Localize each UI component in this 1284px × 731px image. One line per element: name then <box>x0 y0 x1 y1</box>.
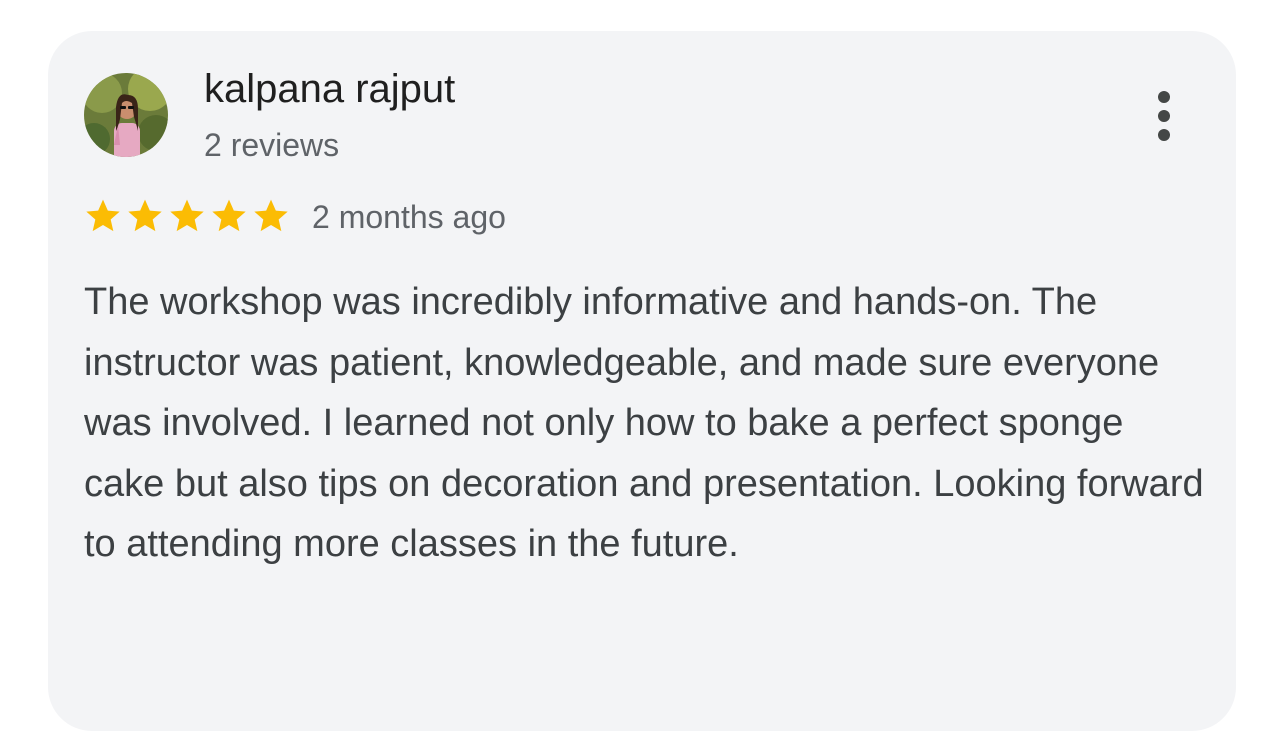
star-icon <box>128 199 162 232</box>
star-icon <box>86 199 120 232</box>
avatar[interactable] <box>84 73 168 157</box>
star-icon <box>254 199 288 232</box>
star-rating <box>83 196 291 238</box>
review-text: The workshop was incredibly informative … <box>84 281 1204 565</box>
more-options-button[interactable] <box>1146 86 1182 146</box>
star-icon <box>170 199 204 232</box>
more-vertical-icon <box>1158 91 1170 141</box>
author-name[interactable]: kalpana rajput <box>204 66 455 112</box>
review-time: 2 months ago <box>312 199 506 235</box>
author-reviews-count: 2 reviews <box>204 127 340 163</box>
profile-photo-icon <box>84 73 168 157</box>
star-icon <box>212 199 246 232</box>
